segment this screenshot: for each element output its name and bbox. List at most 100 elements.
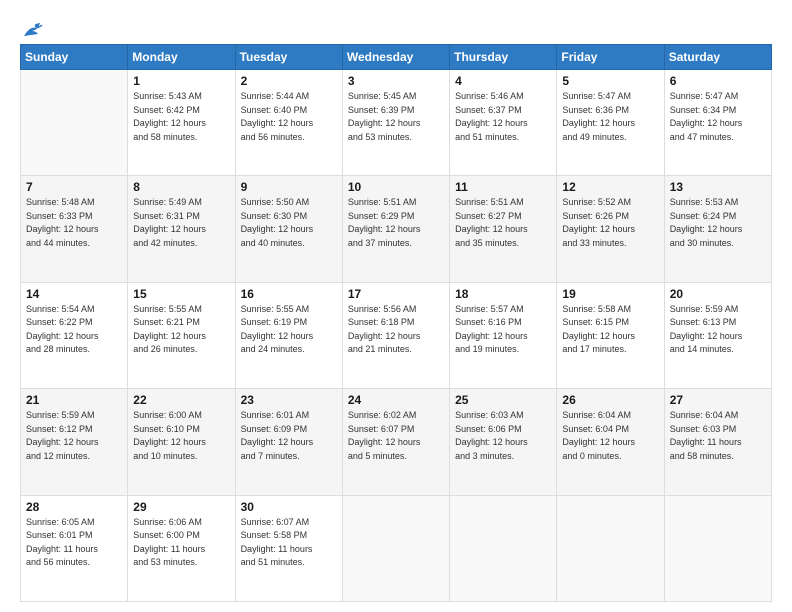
day-detail: Sunrise: 5:50 AM Sunset: 6:30 PM Dayligh… (241, 196, 337, 250)
day-number: 27 (670, 393, 766, 407)
day-number: 1 (133, 74, 229, 88)
day-detail: Sunrise: 5:46 AM Sunset: 6:37 PM Dayligh… (455, 90, 551, 144)
day-detail: Sunrise: 6:00 AM Sunset: 6:10 PM Dayligh… (133, 409, 229, 463)
day-number: 7 (26, 180, 122, 194)
day-detail: Sunrise: 5:56 AM Sunset: 6:18 PM Dayligh… (348, 303, 444, 357)
dow-header-thursday: Thursday (450, 45, 557, 70)
day-cell: 22 Sunrise: 6:00 AM Sunset: 6:10 PM Dayli… (128, 389, 235, 495)
day-number: 30 (241, 500, 337, 514)
day-number: 26 (562, 393, 658, 407)
day-number: 13 (670, 180, 766, 194)
day-cell: 13 Sunrise: 5:53 AM Sunset: 6:24 PM Dayli… (664, 176, 771, 282)
day-number: 18 (455, 287, 551, 301)
day-cell: 16 Sunrise: 5:55 AM Sunset: 6:19 PM Dayli… (235, 282, 342, 388)
dow-header-monday: Monday (128, 45, 235, 70)
day-cell (21, 70, 128, 176)
week-row-3: 14 Sunrise: 5:54 AM Sunset: 6:22 PM Dayli… (21, 282, 772, 388)
day-cell (342, 495, 449, 601)
day-cell: 20 Sunrise: 5:59 AM Sunset: 6:13 PM Dayli… (664, 282, 771, 388)
day-detail: Sunrise: 5:51 AM Sunset: 6:27 PM Dayligh… (455, 196, 551, 250)
day-detail: Sunrise: 5:57 AM Sunset: 6:16 PM Dayligh… (455, 303, 551, 357)
day-detail: Sunrise: 5:47 AM Sunset: 6:34 PM Dayligh… (670, 90, 766, 144)
day-number: 21 (26, 393, 122, 407)
dow-header-friday: Friday (557, 45, 664, 70)
day-number: 17 (348, 287, 444, 301)
day-number: 8 (133, 180, 229, 194)
day-number: 15 (133, 287, 229, 301)
day-detail: Sunrise: 5:52 AM Sunset: 6:26 PM Dayligh… (562, 196, 658, 250)
day-cell: 2 Sunrise: 5:44 AM Sunset: 6:40 PM Daylig… (235, 70, 342, 176)
day-detail: Sunrise: 5:51 AM Sunset: 6:29 PM Dayligh… (348, 196, 444, 250)
day-detail: Sunrise: 6:04 AM Sunset: 6:03 PM Dayligh… (670, 409, 766, 463)
day-cell (557, 495, 664, 601)
day-detail: Sunrise: 6:03 AM Sunset: 6:06 PM Dayligh… (455, 409, 551, 463)
day-detail: Sunrise: 6:05 AM Sunset: 6:01 PM Dayligh… (26, 516, 122, 570)
day-cell: 6 Sunrise: 5:47 AM Sunset: 6:34 PM Daylig… (664, 70, 771, 176)
day-detail: Sunrise: 5:55 AM Sunset: 6:19 PM Dayligh… (241, 303, 337, 357)
day-detail: Sunrise: 6:01 AM Sunset: 6:09 PM Dayligh… (241, 409, 337, 463)
day-detail: Sunrise: 5:47 AM Sunset: 6:36 PM Dayligh… (562, 90, 658, 144)
day-number: 16 (241, 287, 337, 301)
calendar-table: SundayMondayTuesdayWednesdayThursdayFrid… (20, 44, 772, 602)
day-cell: 28 Sunrise: 6:05 AM Sunset: 6:01 PM Dayli… (21, 495, 128, 601)
day-cell: 14 Sunrise: 5:54 AM Sunset: 6:22 PM Dayli… (21, 282, 128, 388)
day-cell: 19 Sunrise: 5:58 AM Sunset: 6:15 PM Dayli… (557, 282, 664, 388)
day-cell: 1 Sunrise: 5:43 AM Sunset: 6:42 PM Daylig… (128, 70, 235, 176)
day-number: 9 (241, 180, 337, 194)
dow-header-sunday: Sunday (21, 45, 128, 70)
day-cell: 25 Sunrise: 6:03 AM Sunset: 6:06 PM Dayli… (450, 389, 557, 495)
day-number: 3 (348, 74, 444, 88)
day-number: 23 (241, 393, 337, 407)
week-row-2: 7 Sunrise: 5:48 AM Sunset: 6:33 PM Daylig… (21, 176, 772, 282)
day-number: 4 (455, 74, 551, 88)
dow-header-wednesday: Wednesday (342, 45, 449, 70)
day-detail: Sunrise: 5:59 AM Sunset: 6:13 PM Dayligh… (670, 303, 766, 357)
day-detail: Sunrise: 5:58 AM Sunset: 6:15 PM Dayligh… (562, 303, 658, 357)
day-cell: 8 Sunrise: 5:49 AM Sunset: 6:31 PM Daylig… (128, 176, 235, 282)
logo-bird-icon (22, 22, 44, 40)
day-number: 25 (455, 393, 551, 407)
day-cell: 15Sunrise: 5:55 AM Sunset: 6:21 PM Dayli… (128, 282, 235, 388)
day-cell: 29 Sunrise: 6:06 AM Sunset: 6:00 PM Dayli… (128, 495, 235, 601)
week-row-5: 28 Sunrise: 6:05 AM Sunset: 6:01 PM Dayli… (21, 495, 772, 601)
day-detail: Sunrise: 5:53 AM Sunset: 6:24 PM Dayligh… (670, 196, 766, 250)
day-cell: 10 Sunrise: 5:51 AM Sunset: 6:29 PM Dayli… (342, 176, 449, 282)
day-detail: Sunrise: 5:59 AM Sunset: 6:12 PM Dayligh… (26, 409, 122, 463)
day-cell: 9 Sunrise: 5:50 AM Sunset: 6:30 PM Daylig… (235, 176, 342, 282)
day-number: 22 (133, 393, 229, 407)
day-cell: 7 Sunrise: 5:48 AM Sunset: 6:33 PM Daylig… (21, 176, 128, 282)
header (20, 18, 772, 36)
day-cell: 5Sunrise: 5:47 AM Sunset: 6:36 PM Daylig… (557, 70, 664, 176)
day-number: 6 (670, 74, 766, 88)
day-detail: Sunrise: 5:49 AM Sunset: 6:31 PM Dayligh… (133, 196, 229, 250)
calendar-page: SundayMondayTuesdayWednesdayThursdayFrid… (0, 0, 792, 612)
day-cell: 4 Sunrise: 5:46 AM Sunset: 6:37 PM Daylig… (450, 70, 557, 176)
dow-header-tuesday: Tuesday (235, 45, 342, 70)
logo (20, 22, 44, 36)
day-detail: Sunrise: 5:43 AM Sunset: 6:42 PM Dayligh… (133, 90, 229, 144)
day-detail: Sunrise: 5:54 AM Sunset: 6:22 PM Dayligh… (26, 303, 122, 357)
day-cell: 30 Sunrise: 6:07 AM Sunset: 5:58 PM Dayli… (235, 495, 342, 601)
day-detail: Sunrise: 6:06 AM Sunset: 6:00 PM Dayligh… (133, 516, 229, 570)
day-detail: Sunrise: 5:48 AM Sunset: 6:33 PM Dayligh… (26, 196, 122, 250)
day-number: 20 (670, 287, 766, 301)
day-number: 19 (562, 287, 658, 301)
day-detail: Sunrise: 6:02 AM Sunset: 6:07 PM Dayligh… (348, 409, 444, 463)
dow-header-saturday: Saturday (664, 45, 771, 70)
day-number: 28 (26, 500, 122, 514)
day-cell: 17 Sunrise: 5:56 AM Sunset: 6:18 PM Dayli… (342, 282, 449, 388)
day-cell: 23 Sunrise: 6:01 AM Sunset: 6:09 PM Dayli… (235, 389, 342, 495)
day-cell: 26 Sunrise: 6:04 AM Sunset: 6:04 PM Dayli… (557, 389, 664, 495)
day-detail: Sunrise: 6:04 AM Sunset: 6:04 PM Dayligh… (562, 409, 658, 463)
day-cell: 18 Sunrise: 5:57 AM Sunset: 6:16 PM Dayli… (450, 282, 557, 388)
day-number: 10 (348, 180, 444, 194)
day-number: 12 (562, 180, 658, 194)
day-cell: 21 Sunrise: 5:59 AM Sunset: 6:12 PM Dayli… (21, 389, 128, 495)
day-detail: Sunrise: 5:44 AM Sunset: 6:40 PM Dayligh… (241, 90, 337, 144)
day-detail: Sunrise: 6:07 AM Sunset: 5:58 PM Dayligh… (241, 516, 337, 570)
day-number: 24 (348, 393, 444, 407)
day-cell (450, 495, 557, 601)
day-number: 2 (241, 74, 337, 88)
day-number: 14 (26, 287, 122, 301)
day-number: 29 (133, 500, 229, 514)
